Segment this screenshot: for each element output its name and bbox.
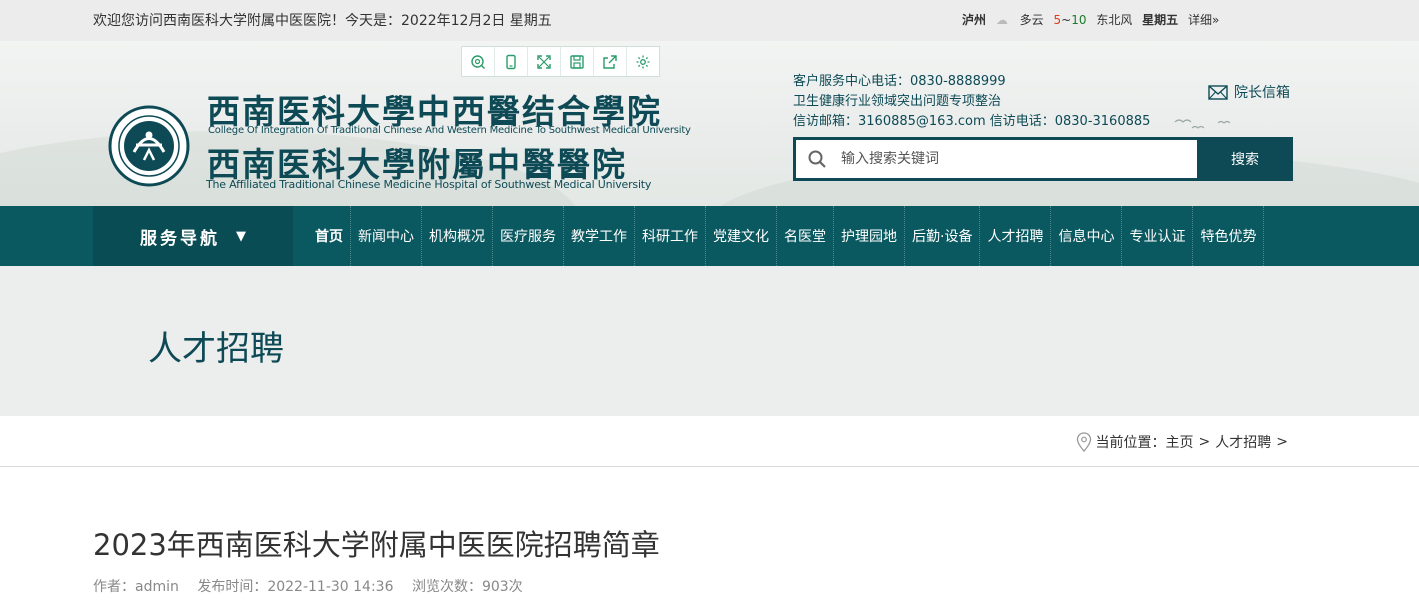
search-input[interactable] bbox=[841, 151, 1171, 167]
nav-menu: 首页 新闻中心 机构概况 医疗服务 教学工作 科研工作 党建文化 名医堂 护理园… bbox=[308, 206, 1265, 266]
service-hotline: 客户服务中心电话：0830-8888999 bbox=[793, 74, 1006, 89]
section-banner: 人才招聘 bbox=[0, 266, 1419, 416]
save-tool[interactable] bbox=[561, 47, 594, 76]
logo-college-name-en: College Of Integration Of Traditional Ch… bbox=[208, 125, 691, 136]
hospital-seal-logo[interactable] bbox=[108, 105, 190, 187]
search-box: 搜索 bbox=[793, 137, 1293, 181]
location-pin-icon bbox=[1076, 432, 1091, 452]
logo-hospital-name-en: The Affiliated Traditional Chinese Medic… bbox=[206, 178, 652, 191]
weather-city: 泸州 bbox=[962, 13, 987, 27]
nav-item-logistics[interactable]: 后勤·设备 bbox=[905, 206, 981, 266]
weather-condition: 多云 bbox=[1019, 13, 1044, 27]
weather-temp-sep: ~ bbox=[1061, 13, 1072, 27]
breadcrumb-separator: > bbox=[1198, 434, 1211, 450]
accessibility-toolbar bbox=[461, 46, 660, 77]
share-icon bbox=[603, 54, 617, 69]
settings-icon bbox=[636, 55, 650, 68]
article-author: 作者：admin bbox=[93, 579, 179, 595]
mail-icon bbox=[1208, 84, 1228, 100]
nav-item-research[interactable]: 科研工作 bbox=[635, 206, 706, 266]
share-tool[interactable] bbox=[594, 47, 627, 76]
nav-item-accreditation[interactable]: 专业认证 bbox=[1122, 206, 1194, 266]
section-title: 人才招聘 bbox=[148, 329, 284, 369]
article-view-count: 浏览次数：903次 bbox=[411, 579, 523, 595]
petition-contact: 信访邮箱：3160885@163.com 信访电话：0830-3160885 bbox=[793, 114, 1151, 129]
weather-detail-link[interactable]: 详细» bbox=[1188, 13, 1219, 27]
rectification-link[interactable]: 卫生健康行业领域突出问题专项整治 bbox=[793, 92, 1150, 112]
nav-item-info-center[interactable]: 信息中心 bbox=[1051, 206, 1123, 266]
save-icon bbox=[570, 54, 584, 69]
breadcrumb-bar: 当前位置： 主页 > 人才招聘 > bbox=[0, 416, 1419, 467]
weather-wind: 东北风 bbox=[1096, 13, 1133, 27]
mobile-tool[interactable] bbox=[495, 47, 528, 76]
nav-item-news[interactable]: 新闻中心 bbox=[351, 206, 422, 266]
nav-item-famous-doctors[interactable]: 名医堂 bbox=[777, 206, 834, 266]
nav-item-medical-services[interactable]: 医疗服务 bbox=[493, 206, 564, 266]
fullscreen-icon bbox=[537, 54, 551, 69]
article-published-time: 发布时间：2022-11-30 14:36 bbox=[197, 579, 394, 595]
breadcrumb-separator: > bbox=[1276, 434, 1288, 450]
nav-item-features[interactable]: 特色优势 bbox=[1193, 206, 1265, 266]
nav-item-party-culture[interactable]: 党建文化 bbox=[706, 206, 777, 266]
main-nav: 服务导航 ▼ 首页 新闻中心 机构概况 医疗服务 教学工作 科研工作 党建文化 … bbox=[0, 206, 1419, 266]
site-header: 西南医科大學中西醫结合學院 College Of Integration Of … bbox=[0, 41, 1419, 206]
article-title: 2023年西南医科大学附属中医医院招聘简章 bbox=[93, 528, 660, 562]
nav-item-nursing[interactable]: 护理园地 bbox=[834, 206, 905, 266]
mobile-icon bbox=[506, 54, 516, 69]
top-info-bar: 欢迎您访问西南医科大学附属中医医院！今天是：2022年12月2日 星期五 泸州 … bbox=[0, 0, 1419, 41]
article-meta: 作者：admin 发布时间：2022-11-30 14:36 浏览次数：903次 bbox=[93, 576, 537, 596]
search-button[interactable]: 搜索 bbox=[1197, 137, 1293, 181]
search-icon bbox=[808, 150, 826, 168]
director-mailbox-label: 院长信箱 bbox=[1234, 85, 1290, 101]
contact-info: 客户服务中心电话：0830-8888999 卫生健康行业领域突出问题专项整治 信… bbox=[793, 72, 1150, 132]
nav-item-teaching[interactable]: 教学工作 bbox=[564, 206, 635, 266]
service-nav-toggle[interactable]: 服务导航 ▼ bbox=[93, 206, 293, 266]
weather-widget: 泸州 ☁ 多云 5~10 东北风 星期五 详细» bbox=[962, 11, 1225, 28]
zoom-icon bbox=[471, 54, 485, 69]
settings-tool[interactable] bbox=[627, 47, 659, 76]
service-nav-label: 服务导航 bbox=[140, 228, 220, 249]
nav-item-recruitment[interactable]: 人才招聘 bbox=[980, 206, 1052, 266]
fullscreen-tool[interactable] bbox=[528, 47, 561, 76]
breadcrumb-prefix: 当前位置： bbox=[1095, 435, 1166, 451]
nav-item-overview[interactable]: 机构概况 bbox=[422, 206, 493, 266]
nav-item-home[interactable]: 首页 bbox=[308, 206, 351, 266]
breadcrumb-recruitment[interactable]: 人才招聘 bbox=[1215, 432, 1271, 452]
breadcrumb-home[interactable]: 主页 bbox=[1166, 432, 1194, 452]
cloud-icon: ☁ bbox=[995, 13, 1008, 27]
weather-temp-high: 10 bbox=[1071, 13, 1087, 27]
breadcrumb: 当前位置： 主页 > 人才招聘 > bbox=[1076, 432, 1293, 452]
weather-weekday: 星期五 bbox=[1142, 13, 1179, 27]
search-input-wrapper bbox=[796, 140, 1197, 178]
weather-temp-low: 5 bbox=[1053, 13, 1062, 27]
welcome-text: 欢迎您访问西南医科大学附属中医医院！今天是：2022年12月2日 星期五 bbox=[93, 13, 552, 29]
director-mailbox-link[interactable]: 院长信箱 bbox=[1208, 82, 1290, 102]
decorative-birds bbox=[1174, 119, 1231, 129]
zoom-tool[interactable] bbox=[462, 47, 495, 76]
triangle-down-icon: ▼ bbox=[236, 228, 246, 244]
